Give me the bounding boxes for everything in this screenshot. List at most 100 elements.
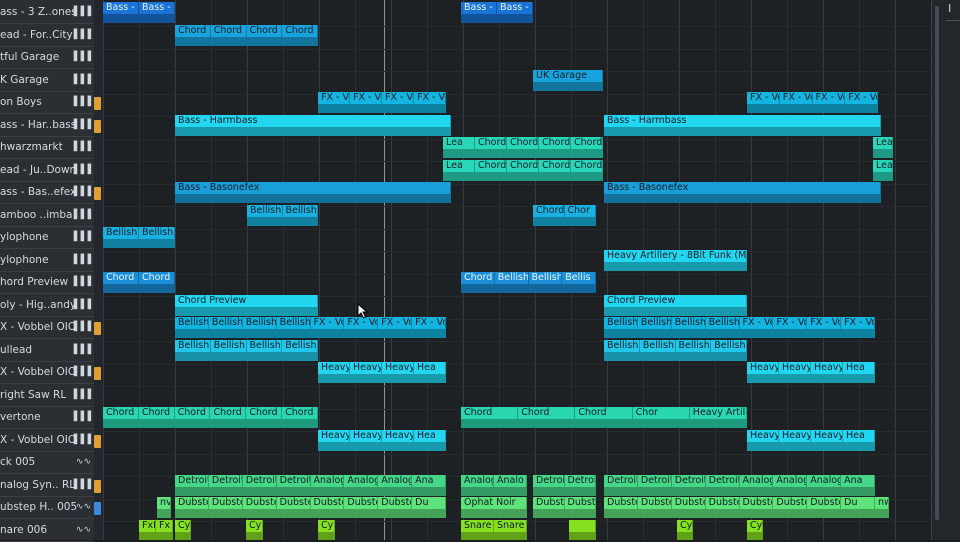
track-header[interactable]: ass - Bas..efex ▐▐▐ [0, 182, 94, 204]
track-header[interactable]: hord Preview ▐▐▐ [0, 272, 94, 294]
track-header[interactable]: hwarzmarkt ▐▐▐ [0, 137, 94, 159]
clip[interactable]: FxI Fx [139, 519, 173, 540]
track-header[interactable]: right Saw RL ▐▐▐ [0, 385, 94, 407]
track-header[interactable]: X - Vobbel OIO ▐▐▐ [0, 430, 94, 452]
track-header[interactable]: ubstep H.. 005 ∿∿ [0, 497, 94, 519]
clip[interactable]: Ophat Noir [461, 497, 527, 518]
clip[interactable]: Cy [318, 519, 335, 540]
clip[interactable]: Bellish Bellish [247, 204, 318, 226]
clip[interactable]: FX - VoFX - VoFX - VoFX - Vo [747, 92, 878, 113]
piano-icon: ▐▐▐ [70, 142, 91, 152]
clip[interactable]: DetroitDetroi [533, 474, 596, 496]
clip[interactable]: Heavy Heavy Heavy Hea [318, 429, 446, 451]
track-header[interactable]: X - Vobbel OIO ▐▐▐ [0, 362, 94, 384]
clip-label: Detroit [706, 474, 740, 487]
track-header[interactable]: amboo ..imba ▐▐▐ [0, 205, 94, 227]
clip[interactable]: Bass - Harmbass [175, 114, 451, 136]
clip[interactable]: Cy [246, 519, 263, 540]
clip[interactable]: Lea [873, 159, 893, 181]
clip[interactable]: Detroit Detroit Detroit Detroit Analog Analog… [604, 474, 875, 496]
clip[interactable]: Chord Chord Chord Chord [175, 24, 318, 46]
clip[interactable]: Chord Bellish Bellish Bellis [461, 272, 596, 293]
playhead-line[interactable] [384, 0, 385, 540]
clip-label: Bellish [247, 339, 283, 352]
clip[interactable]: Detroit Detroit Detroit Detroit Analog Analog… [175, 474, 446, 496]
track-header[interactable]: ullead ▐▐▐ [0, 340, 94, 362]
track-header[interactable]: tful Garage ▐▐▐ [0, 47, 94, 69]
clip-label: FX - Vo [318, 92, 350, 104]
track-header[interactable]: oly - Hig..andy ▐▐▐ [0, 295, 94, 317]
clip-label: Chord Preview [604, 294, 747, 307]
clip-note-area [461, 284, 596, 293]
clip[interactable]: Bass - Harmbass [604, 114, 881, 136]
clip[interactable]: Bellish Bellish Bellish Bellish [604, 339, 747, 361]
piano-icon: ▐▐▐ [70, 479, 91, 490]
clip[interactable]: Chord Preview [175, 294, 318, 316]
clip[interactable]: Bellish Bellish Bellish Bellish [175, 339, 318, 361]
track-name: oly - Hig..andy [0, 298, 77, 311]
clip[interactable]: Chord Chord Chord Chord Chord Chord [103, 407, 318, 428]
clip[interactable]: nw [875, 497, 889, 518]
clip[interactable]: UK Garage [533, 69, 603, 91]
clip[interactable]: FX - VoFX - VoFX - VoFX - Vo [318, 92, 446, 113]
clip[interactable]: Bellish Bellish Bellish Bellish FX - Vo FX - … [175, 317, 446, 338]
track-header[interactable]: X - Vobbel OIO ▐▐▐ [0, 317, 94, 339]
track-header[interactable]: nare 006 ∿∿ [0, 520, 94, 542]
clip[interactable]: Lea Chord Chord Chord Chord [443, 137, 603, 158]
clip[interactable]: Bellish Bellish Bellish Bellish FX - Vo FX - … [604, 317, 875, 338]
clip[interactable]: Cy [175, 519, 191, 540]
track-header[interactable]: ylophone ▐▐▐ [0, 227, 94, 249]
clip[interactable]: Dubste Dubste Dubste Dubste Dubste Dubste Dubs… [604, 497, 875, 518]
track-header[interactable]: ead - Ju..Down ▐▐▐ [0, 160, 94, 182]
clip[interactable]: Chord Chor [533, 204, 596, 226]
arrangement-view[interactable]: Bass - Bass - Bass - Bass - Chord Chord Chord C… [103, 0, 931, 540]
clip[interactable]: Bass - Bass - [461, 2, 533, 23]
clip-note-area [604, 329, 875, 338]
clip[interactable]: Bellish Bellish [103, 227, 175, 248]
clip[interactable]: Lea [873, 137, 893, 158]
track-header[interactable]: vertone ▐▐▐ [0, 407, 94, 429]
clip-label: nv [157, 497, 171, 509]
track-header[interactable]: nalog Syn.. RL ▐▐▐ [0, 475, 94, 497]
clip-label: Analog [378, 474, 413, 487]
clip-note-area [461, 531, 527, 540]
clip[interactable]: Chord Preview [604, 294, 747, 316]
clip[interactable]: Bass - Basonefex [604, 182, 881, 203]
clip-label: Dubste [706, 497, 740, 509]
clip-label: Heavy [382, 362, 414, 374]
clip-label: Bellish [676, 339, 712, 352]
clip[interactable]: ChordChordChordChorHeavy Artillery - 8Bi… [461, 407, 747, 428]
clip[interactable]: Heavy Heavy Heavy Hea [318, 362, 446, 383]
clip[interactable]: Dubste Dubste Dubste Dubste Dubste Dubste Dubs… [175, 497, 446, 518]
clip-note-area [533, 486, 596, 496]
clip[interactable]: nv [157, 497, 171, 518]
clip[interactable]: Bass - Basonefex [175, 182, 451, 203]
clip[interactable] [569, 519, 596, 540]
track-header[interactable]: on Boys ▐▐▐ [0, 92, 94, 114]
track-header[interactable]: ead - For..City ▐▐▐ [0, 25, 94, 47]
clip[interactable]: Snare (Snare [461, 519, 527, 540]
track-name: tful Garage [0, 51, 60, 63]
track-color-marker [94, 502, 101, 515]
clip-label: Chord [282, 407, 318, 419]
track-header[interactable]: ass - Har..bass ▐▐▐ [0, 115, 94, 137]
clip-label: Chord [475, 137, 507, 149]
clip[interactable]: Heavy Heavy Heavy Hea [747, 429, 875, 451]
track-header[interactable]: ck 005 ∿∿ [0, 452, 94, 474]
track-header[interactable]: K Garage ▐▐▐ [0, 70, 94, 92]
clip[interactable]: Lea Chord Chord Chord Chord [443, 159, 603, 181]
clip-label: FX - Vo [807, 317, 842, 329]
clip[interactable]: Cy [677, 519, 693, 540]
clip[interactable]: Heavy Heavy Heavy Hea [747, 362, 875, 383]
clip[interactable]: Bass - Bass - [103, 2, 175, 23]
piano-icon: ▐▐▐ [70, 367, 91, 377]
clip[interactable]: Chord Chord [103, 272, 175, 293]
clip[interactable]: Heavy Artillery - 8Bit Funk (Mo [604, 249, 747, 271]
track-header[interactable]: ylophone ▐▐▐ [0, 250, 94, 272]
vertical-scrollbar[interactable] [935, 6, 939, 520]
track-header[interactable]: ass - 3 Z..ones ▐▐▐ [0, 2, 94, 24]
clip[interactable]: Cy [747, 519, 763, 540]
clip-label: Chord [475, 159, 507, 172]
clip[interactable]: Analog Analo [461, 474, 527, 496]
clip[interactable]: DubsteDubste [533, 497, 596, 518]
